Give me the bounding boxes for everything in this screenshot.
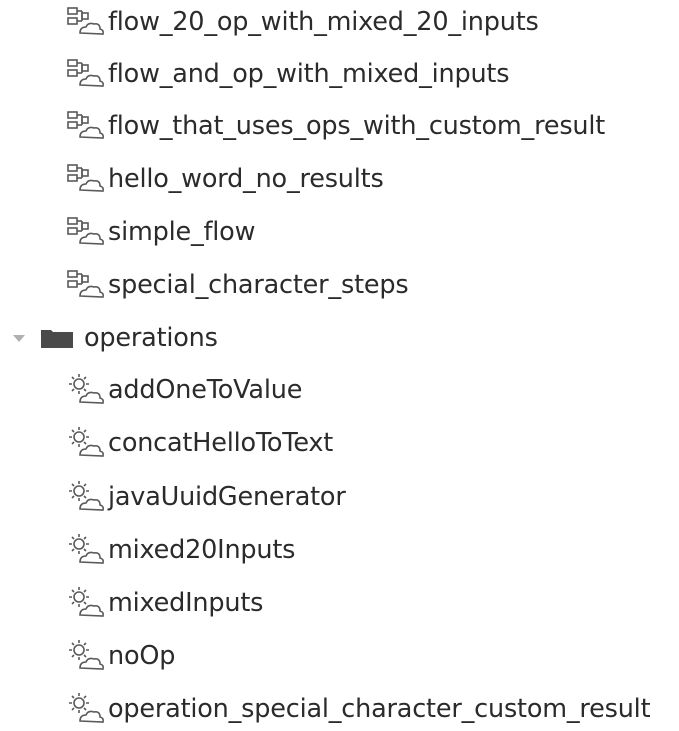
tree-item-label: simple_flow xyxy=(108,217,256,247)
tree-item-label: addOneToValue xyxy=(108,375,303,405)
tree-item-label: special_character_steps xyxy=(108,270,409,300)
tree-item-flow[interactable]: flow_that_uses_ops_with_custom_result xyxy=(66,106,605,146)
tree-folder-label: operations xyxy=(84,323,218,353)
tree-item-label: javaUuidGenerator xyxy=(108,482,346,512)
tree-item-flow[interactable]: special_character_steps xyxy=(66,265,409,305)
operation-icon xyxy=(66,639,106,673)
operation-icon xyxy=(66,426,106,460)
project-tree: flow_20_op_with_mixed_20_inputs flow_and… xyxy=(0,0,679,731)
folder-icon xyxy=(40,327,74,349)
tree-item-flow[interactable]: hello_word_no_results xyxy=(66,159,384,199)
tree-item-operation[interactable]: addOneToValue xyxy=(66,370,302,410)
operation-icon xyxy=(66,533,106,567)
tree-item-operation[interactable]: mixedInputs xyxy=(66,583,263,623)
tree-item-flow[interactable]: simple_flow xyxy=(66,212,255,252)
tree-item-label: mixedInputs xyxy=(108,588,264,618)
operation-icon xyxy=(66,586,106,620)
tree-item-operation[interactable]: operation_special_character_custom_resul… xyxy=(66,689,651,729)
tree-item-operation[interactable]: noOp xyxy=(66,636,175,676)
tree-item-label: hello_word_no_results xyxy=(108,164,384,194)
flow-icon xyxy=(66,268,106,302)
operation-icon xyxy=(66,692,106,726)
tree-item-label: flow_and_op_with_mixed_inputs xyxy=(108,59,510,89)
tree-item-label: flow_20_op_with_mixed_20_inputs xyxy=(108,7,539,37)
tree-item-operation[interactable]: javaUuidGenerator xyxy=(66,477,346,517)
caret-down-icon[interactable] xyxy=(10,328,32,348)
flow-icon xyxy=(66,57,106,91)
tree-item-label: noOp xyxy=(108,641,176,671)
tree-item-label: operation_special_character_custom_resul… xyxy=(108,694,651,724)
tree-folder-operations[interactable]: operations xyxy=(10,318,218,358)
flow-icon xyxy=(66,215,106,249)
flow-icon xyxy=(66,5,106,39)
flow-icon xyxy=(66,162,106,196)
operation-icon xyxy=(66,373,106,407)
flow-icon xyxy=(66,109,106,143)
tree-item-label: concatHelloToText xyxy=(108,428,334,458)
tree-item-label: mixed20Inputs xyxy=(108,535,296,565)
tree-item-flow[interactable]: flow_and_op_with_mixed_inputs xyxy=(66,54,510,94)
tree-item-operation[interactable]: mixed20Inputs xyxy=(66,530,295,570)
tree-item-label: flow_that_uses_ops_with_custom_result xyxy=(108,111,606,141)
operation-icon xyxy=(66,480,106,514)
tree-item-flow[interactable]: flow_20_op_with_mixed_20_inputs xyxy=(66,2,539,42)
tree-item-operation[interactable]: concatHelloToText xyxy=(66,423,333,463)
